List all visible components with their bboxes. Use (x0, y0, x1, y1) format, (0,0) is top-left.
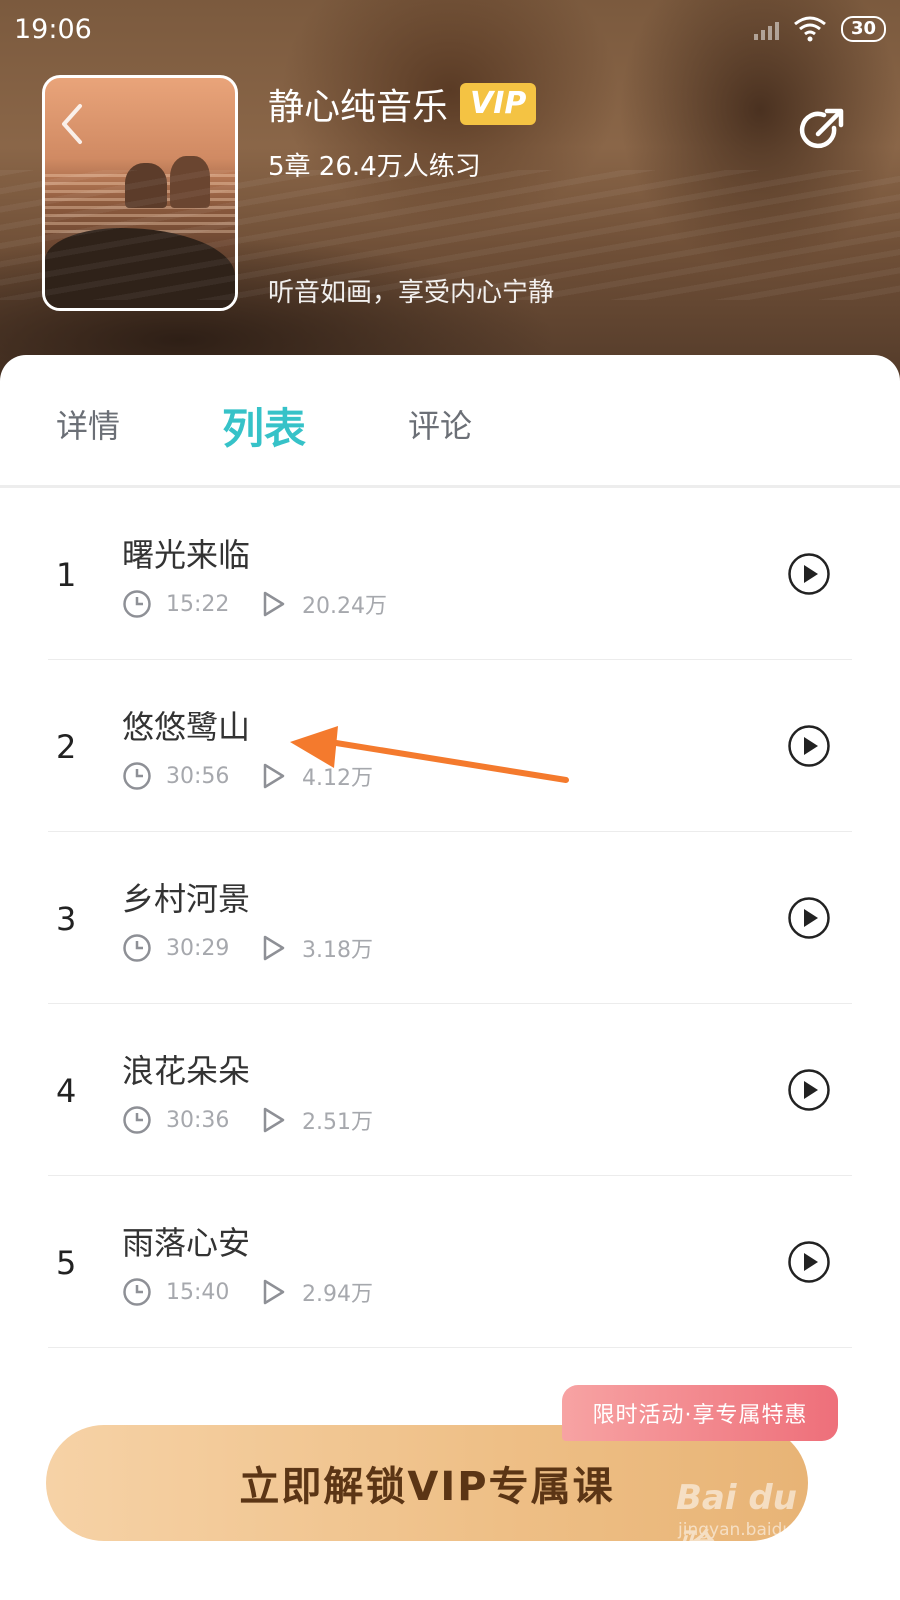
annotation-arrow (290, 726, 569, 783)
